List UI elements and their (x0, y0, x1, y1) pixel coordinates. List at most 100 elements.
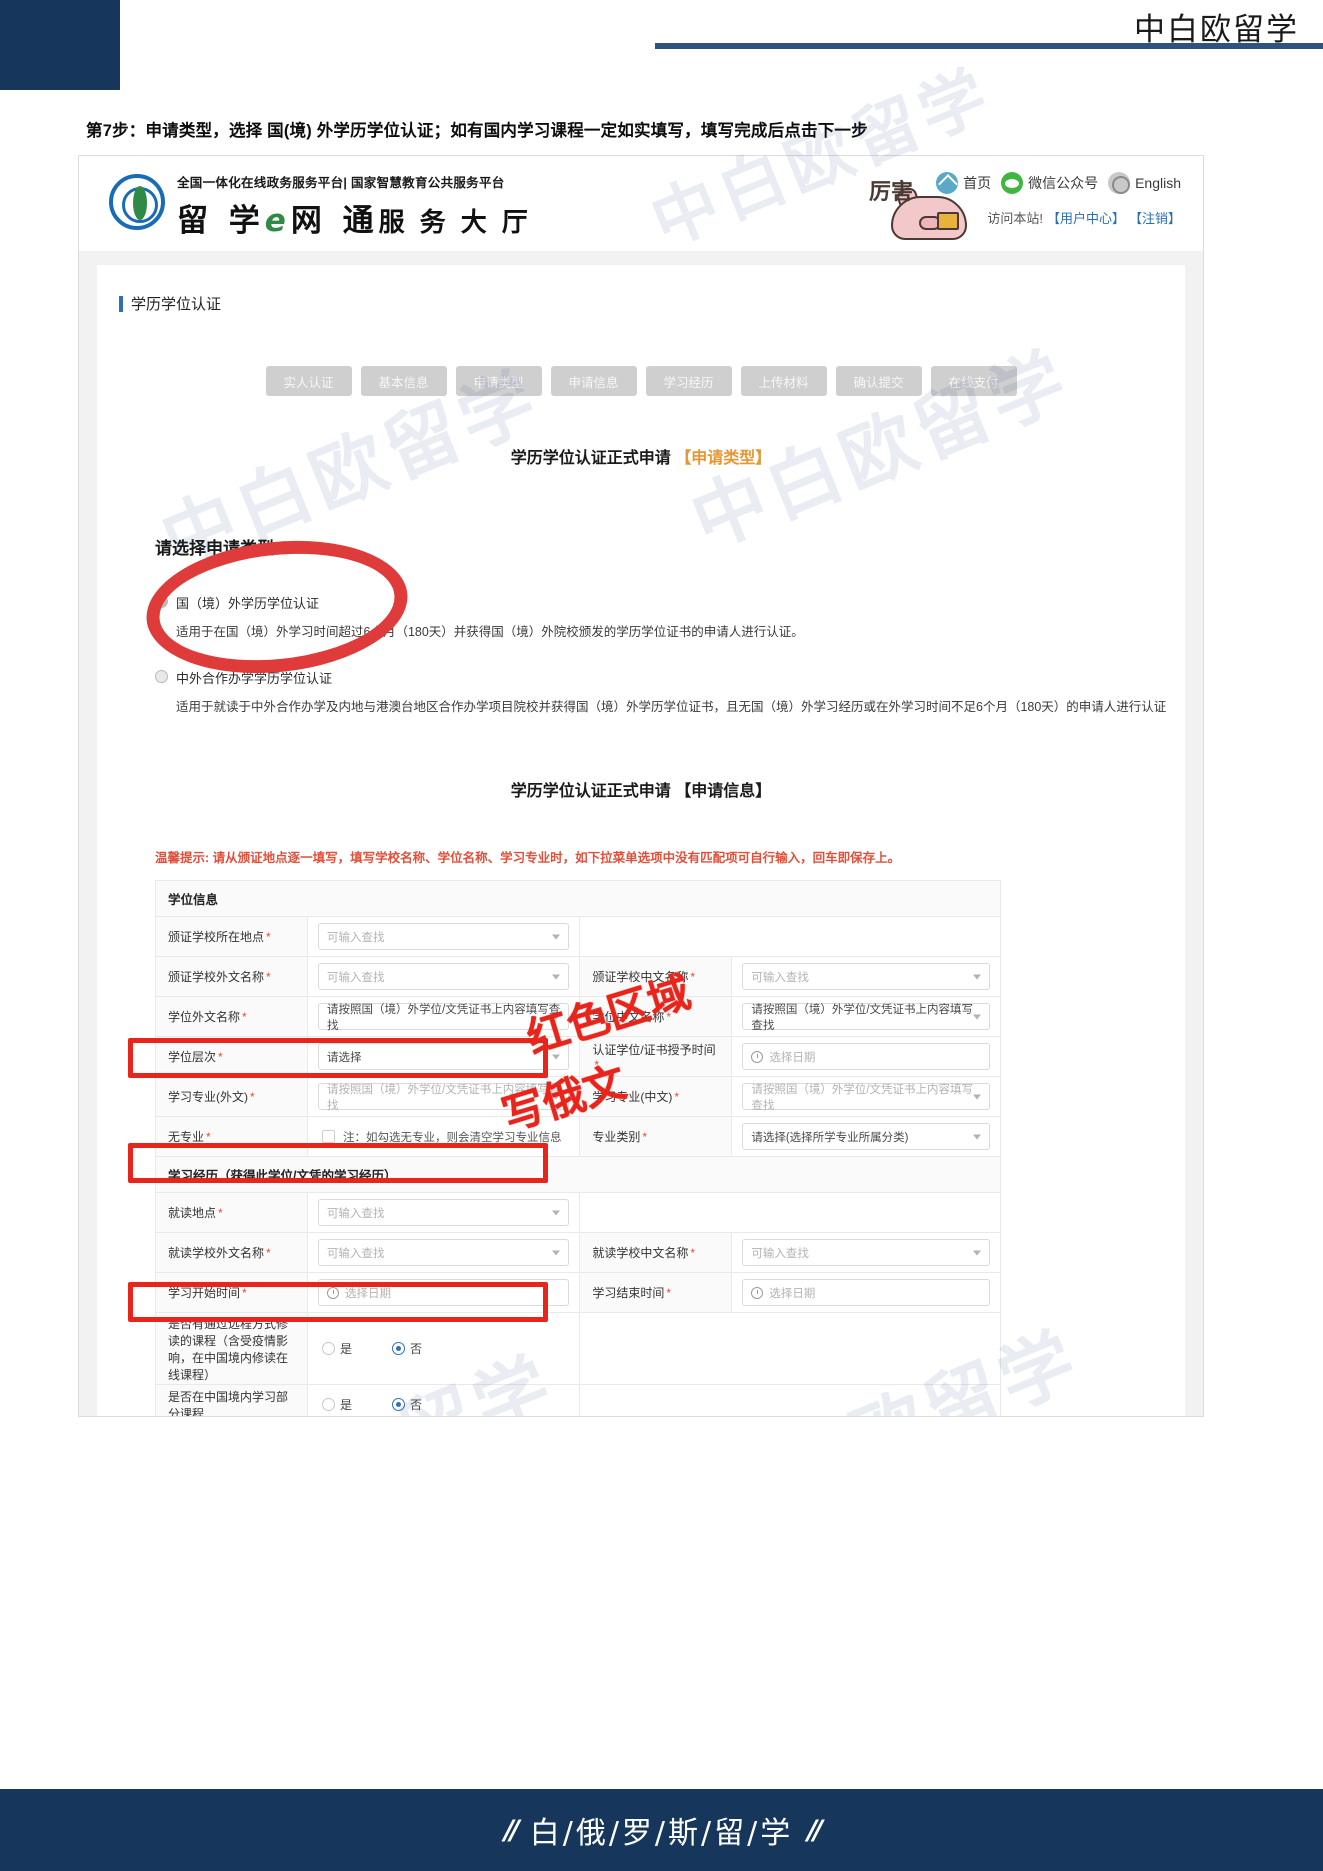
required-marker: * (266, 1246, 271, 1260)
field-label-text: 专业类别 (592, 1130, 641, 1144)
field-label-text: 学位外文名称 (168, 1010, 241, 1024)
step-tab-7[interactable]: 在线支付 (930, 366, 1017, 396)
group-title-study: 学习经历（获得此学位/文凭的学习经历） (155, 1156, 1001, 1193)
chevron-down-icon (552, 1094, 561, 1099)
radio-remote-no[interactable]: 否 (392, 1340, 422, 1357)
date-study-start[interactable]: 选择日期 (318, 1279, 570, 1306)
select-degree-level[interactable]: 请选择 (318, 1043, 570, 1070)
user-center-link[interactable]: 【用户中心】 (1047, 208, 1125, 227)
step-tab-4[interactable]: 学习经历 (645, 366, 732, 396)
radio-icon-option-0[interactable] (155, 595, 168, 608)
apply-info-heading-main: 学历学位认证正式申请 (510, 783, 671, 800)
table-row: 是否有通过远程方式修读的课程（含受疫情影响，在中国境内修读在线课程） 是 否 (155, 1312, 1001, 1385)
select-school-foreign-name[interactable]: 可输入查找 (318, 963, 570, 990)
radio-icon[interactable] (322, 1398, 335, 1411)
step-tab-3[interactable]: 申请信息 (550, 366, 637, 396)
select-attended-school-chinese-name[interactable]: 可输入查找 (742, 1239, 990, 1266)
header-nav: 首页 微信公众号 English (936, 172, 1181, 194)
field-empty (579, 1312, 1001, 1385)
slash-right-decor: // (807, 1814, 823, 1846)
nav-item-wechat[interactable]: 微信公众号 (1001, 172, 1098, 194)
field-label-text: 学位层次 (168, 1050, 217, 1064)
nav-label-wechat: 微信公众号 (1028, 175, 1099, 191)
field-label-text: 颁证学校外文名称 (168, 970, 265, 984)
chevron-down-icon (973, 1014, 981, 1019)
radio-remote-yes[interactable]: 是 (322, 1340, 352, 1357)
date-value: 选择日期 (345, 1287, 391, 1300)
checkbox-no-major[interactable]: 注：如勾选无专业，则会清空学习专业信息 (318, 1123, 569, 1150)
select-degree-chinese-name[interactable]: 请按照国（境）外学位/文凭证书上内容填写查找 (742, 1003, 990, 1032)
chevron-down-icon (552, 974, 561, 979)
field-label-text: 是否有通过远程方式修读的课程（含受疫情影响，在中国境内修读在线课程） (168, 1316, 289, 1382)
radio-group-remote-courses: 是 否 (318, 1335, 569, 1362)
field-cell: 可输入查找 (306, 1192, 581, 1233)
liuxue-logo-icon (109, 174, 165, 230)
radio-label: 否 (410, 1398, 423, 1412)
step-tab-5[interactable]: 上传材料 (740, 366, 827, 396)
radio-label: 是 (340, 1342, 353, 1356)
select-value: 请按照国（境）外学位/文凭证书上内容填写查找 (751, 1003, 974, 1032)
table-group-header-degree: 学位信息 (155, 880, 1001, 917)
step-tab-0[interactable]: 实人认证 (265, 366, 352, 396)
date-study-end[interactable]: 选择日期 (742, 1279, 990, 1306)
radio-domestic-yes[interactable]: 是 (322, 1396, 352, 1413)
select-study-location[interactable]: 可输入查找 (318, 1199, 570, 1226)
step-tab-2[interactable]: 申请类型 (455, 366, 542, 396)
chevron-down-icon (973, 1134, 981, 1139)
radio-icon[interactable] (322, 1342, 335, 1355)
page-content: 学历学位认证 实人认证 基本信息 申请类型 申请信息 学习经历 上传材料 确认提… (79, 251, 1203, 1416)
field-cell: 请按照国（境）外学位/文凭证书上内容填写查找 (306, 1076, 581, 1117)
required-marker: * (266, 970, 271, 984)
field-label-text: 学习开始时间 (168, 1286, 241, 1300)
field-label: 专业类别 * (579, 1116, 733, 1157)
apply-type-heading-main: 学历学位认证正式申请 (510, 450, 671, 467)
table-row: 学习开始时间 * 选择日期 学习结束时间 * 选择日期 (155, 1272, 1001, 1313)
radio-icon[interactable] (392, 1398, 406, 1411)
select-major-foreign[interactable]: 请按照国（境）外学位/文凭证书上内容填写查找 (318, 1083, 570, 1112)
step-tab-1[interactable]: 基本信息 (360, 366, 447, 396)
nav-item-english[interactable]: English (1108, 172, 1181, 194)
select-attended-school-foreign-name[interactable]: 可输入查找 (318, 1239, 570, 1266)
required-marker: * (674, 1090, 680, 1104)
logo-subtitle: 全国一体化在线政务服务平台| 国家智慧教育公共服务平台 (177, 176, 505, 190)
radio-icon-option-1[interactable] (155, 670, 168, 683)
select-school-chinese-name[interactable]: 可输入查找 (742, 963, 990, 990)
chevron-down-icon (973, 974, 981, 979)
nav-item-home[interactable]: 首页 (936, 172, 991, 194)
radio-label: 否 (410, 1342, 423, 1356)
select-value: 可输入查找 (327, 971, 385, 984)
required-marker: * (218, 1206, 223, 1220)
logo-title-e: e (264, 203, 291, 239)
field-label-text: 颁证学校中文名称 (592, 970, 689, 984)
required-marker: * (690, 1246, 696, 1260)
radio-domestic-no[interactable]: 否 (392, 1396, 422, 1413)
select-value: 可输入查找 (751, 971, 809, 984)
chevron-down-icon (973, 1250, 981, 1255)
radio-icon[interactable] (392, 1342, 406, 1355)
apply-type-option-1[interactable]: 中外合作办学学历学位认证 适用于就读于中外合作办学及内地与港澳台地区合作办学项目… (155, 668, 1185, 715)
field-label: 是否有通过远程方式修读的课程（含受疫情影响，在中国境内修读在线课程） (155, 1312, 308, 1385)
step-tabs: 实人认证 基本信息 申请类型 申请信息 学习经历 上传材料 确认提交 在线支付 (97, 366, 1185, 396)
select-major-category[interactable]: 请选择(选择所学专业所属分类) (742, 1123, 990, 1150)
select-major-chinese[interactable]: 请按照国（境）外学位/文凭证书上内容填写查找 (742, 1083, 990, 1112)
apply-type-option-0[interactable]: 国（境）外学历学位认证 适用于在国（境）外学习时间超过6个月（180天）并获得国… (155, 593, 1185, 640)
date-degree-award-time[interactable]: 选择日期 (742, 1043, 990, 1070)
required-marker: * (218, 1050, 223, 1064)
field-label-text: 认证学位/证书授予时间 (592, 1043, 716, 1057)
required-marker: * (242, 1286, 247, 1300)
mascot-label: 厉害 (869, 180, 914, 205)
select-value: 请选择(选择所学专业所属分类) (751, 1131, 909, 1144)
field-cell: 请按照国（境）外学位/文凭证书上内容填写查找 (731, 996, 1001, 1037)
checkbox-icon[interactable] (322, 1130, 335, 1143)
select-value: 可输入查找 (751, 1247, 809, 1260)
step-tab-6[interactable]: 确认提交 (835, 366, 922, 396)
clock-icon (751, 1286, 764, 1299)
logout-link[interactable]: 【注销】 (1129, 208, 1181, 227)
select-degree-foreign-name[interactable]: 请按照国（境）外学位/文凭证书上内容填写查找 (318, 1003, 570, 1032)
home-icon (936, 172, 959, 194)
apply-info-heading: 学历学位认证正式申请 【申请信息】 (97, 777, 1185, 801)
required-marker: * (642, 1130, 648, 1144)
table-row: 学习专业(外文) * 请按照国（境）外学位/文凭证书上内容填写查找 学习专业(中文… (155, 1076, 1001, 1117)
select-school-location[interactable]: 可输入查找 (318, 923, 570, 950)
field-label: 就读学校外文名称 * (155, 1232, 308, 1273)
